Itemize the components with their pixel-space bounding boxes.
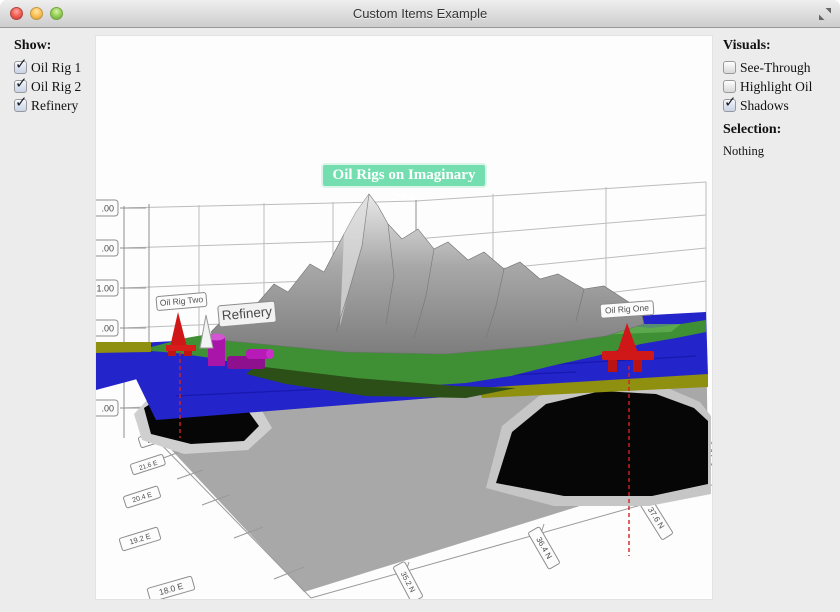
selection-heading: Selection: — [723, 122, 835, 138]
window-title: Custom Items Example — [0, 0, 840, 28]
checkbox-label: Oil Rig 2 — [31, 79, 81, 95]
visuals-heading: Visuals: — [723, 38, 835, 54]
checkbox-highlight-oil[interactable]: Highlight Oil — [723, 77, 835, 96]
checkbox-icon — [723, 80, 736, 93]
checkbox-icon — [14, 80, 27, 93]
checkbox-icon — [14, 99, 27, 112]
svg-text:.00: .00 — [101, 244, 114, 254]
app-window: Custom Items Example Show: Oil Rig 1 Oil… — [0, 0, 840, 612]
selection-value: Nothing — [723, 144, 835, 159]
titlebar: Custom Items Example — [0, 0, 840, 28]
svg-text:.00: .00 — [101, 324, 114, 334]
visuals-panel: Visuals: See-Through Highlight Oil Shado… — [723, 38, 835, 159]
ghost-rig-model — [200, 315, 213, 348]
svg-text:.00: .00 — [101, 204, 114, 214]
show-heading: Show: — [14, 38, 94, 54]
checkbox-icon — [14, 61, 27, 74]
svg-text:.00: .00 — [101, 404, 114, 414]
checkbox-icon — [723, 99, 736, 112]
checkbox-see-through[interactable]: See-Through — [723, 58, 835, 77]
checkbox-refinery[interactable]: Refinery — [14, 96, 94, 115]
checkbox-icon — [723, 61, 736, 74]
checkbox-label: Oil Rig 1 — [31, 60, 81, 76]
oil-rig-two-model[interactable] — [166, 312, 196, 356]
svg-text:1.00: 1.00 — [96, 284, 114, 294]
mountain — [211, 194, 644, 354]
graph-title-badge: Oil Rigs on Imaginary Sea — [321, 163, 487, 188]
fullscreen-icon[interactable] — [818, 7, 832, 21]
plot-area[interactable]: .00 .00 1.00 .00 0.00 .00 22.8 E — [95, 35, 713, 600]
checkbox-label: Shadows — [740, 98, 789, 114]
checkbox-label: See-Through — [740, 60, 810, 76]
show-panel: Show: Oil Rig 1 Oil Rig 2 Refinery — [14, 38, 94, 115]
checkbox-label: Refinery — [31, 98, 78, 114]
checkbox-shadows[interactable]: Shadows — [723, 96, 835, 115]
checkbox-label: Highlight Oil — [740, 79, 812, 95]
